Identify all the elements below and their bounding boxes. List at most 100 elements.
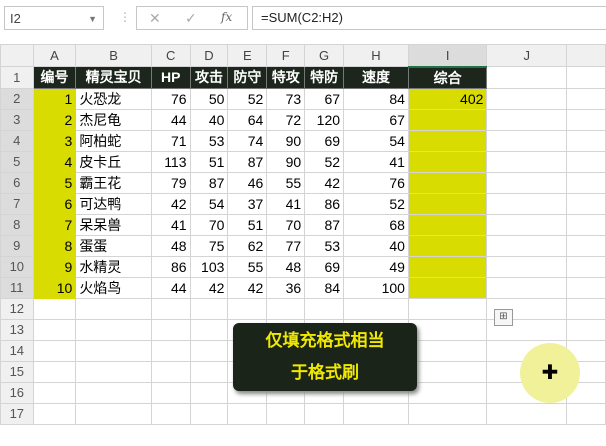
cell[interactable] (343, 402, 409, 425)
cell[interactable]: 44 (150, 108, 191, 131)
cell[interactable] (566, 213, 606, 236)
cell[interactable] (566, 276, 606, 299)
column-header-a[interactable]: A (32, 44, 77, 67)
cell[interactable]: 40 (343, 234, 409, 257)
cell[interactable] (32, 402, 77, 425)
row-header[interactable]: 7 (0, 192, 34, 215)
cell[interactable] (32, 381, 77, 404)
cell[interactable]: 100 (343, 276, 409, 299)
cell[interactable] (266, 297, 306, 320)
cell[interactable] (189, 297, 229, 320)
cell[interactable]: 皮卡丘 (75, 150, 152, 173)
select-all-corner[interactable] (0, 44, 34, 67)
cell[interactable] (486, 87, 568, 110)
cell[interactable]: 70 (266, 213, 306, 236)
cell[interactable]: 87 (304, 213, 345, 236)
cell[interactable] (486, 150, 568, 173)
cell[interactable]: 120 (304, 108, 345, 131)
cell[interactable] (189, 318, 229, 341)
cell[interactable]: 86 (304, 192, 345, 215)
cell[interactable]: 49 (343, 255, 409, 278)
cell[interactable]: 防守 (227, 66, 268, 89)
cell[interactable]: 41 (343, 150, 409, 173)
cell[interactable] (566, 150, 606, 173)
cell[interactable] (75, 402, 152, 425)
cell[interactable] (566, 108, 606, 131)
cell[interactable] (32, 339, 77, 362)
cell[interactable]: HP (150, 66, 191, 89)
cell[interactable]: 69 (304, 255, 345, 278)
cell[interactable] (566, 318, 606, 341)
cell[interactable] (407, 339, 488, 362)
column-header-g[interactable]: G (304, 44, 345, 67)
cell[interactable]: 阿柏蛇 (75, 129, 152, 152)
cell[interactable] (407, 381, 488, 404)
row-header[interactable]: 6 (0, 171, 34, 194)
cell[interactable] (189, 402, 229, 425)
cell[interactable]: 37 (227, 192, 268, 215)
cell[interactable]: 编号 (32, 66, 77, 89)
cell[interactable]: 71 (150, 129, 191, 152)
cell[interactable] (75, 339, 152, 362)
cell[interactable]: 火恐龙 (75, 87, 152, 110)
cell[interactable] (266, 402, 306, 425)
cell[interactable]: 51 (189, 150, 229, 173)
column-header-e[interactable]: E (227, 44, 268, 67)
cell[interactable]: 113 (150, 150, 191, 173)
row-header[interactable]: 1 (0, 66, 34, 89)
cell[interactable]: 53 (189, 129, 229, 152)
cell[interactable] (75, 318, 152, 341)
cell[interactable]: 79 (150, 171, 191, 194)
cell[interactable] (566, 297, 606, 320)
row-header[interactable]: 13 (0, 318, 34, 341)
cell[interactable]: 8 (32, 234, 77, 257)
column-header-i[interactable]: I (407, 44, 488, 68)
formula-input[interactable]: =SUM(C2:H2) (252, 6, 606, 30)
cell[interactable]: 48 (150, 234, 191, 257)
cell[interactable]: 67 (304, 87, 345, 110)
cell[interactable]: 72 (266, 108, 306, 131)
cell[interactable] (486, 171, 568, 194)
cell[interactable]: 55 (227, 255, 268, 278)
column-header-b[interactable]: B (75, 44, 152, 67)
cell[interactable] (150, 339, 191, 362)
cell[interactable] (407, 213, 488, 236)
cell[interactable]: 87 (189, 171, 229, 194)
insert-function-icon[interactable]: fx (221, 10, 232, 24)
cell[interactable]: 86 (150, 255, 191, 278)
cell[interactable]: 62 (227, 234, 268, 257)
cell[interactable] (189, 381, 229, 404)
cell[interactable] (407, 192, 488, 215)
cell[interactable] (486, 213, 568, 236)
cell[interactable]: 52 (304, 150, 345, 173)
cell[interactable] (486, 66, 568, 89)
cell[interactable]: 42 (189, 276, 229, 299)
cell[interactable]: 42 (150, 192, 191, 215)
cell[interactable] (566, 402, 606, 425)
cell[interactable] (150, 381, 191, 404)
name-box[interactable]: I2 ▼ (4, 6, 104, 30)
cell[interactable]: 综合 (407, 66, 488, 89)
row-header[interactable]: 10 (0, 255, 34, 278)
row-header[interactable]: 3 (0, 108, 34, 131)
cell[interactable] (566, 87, 606, 110)
cell[interactable] (32, 318, 77, 341)
column-header-h[interactable]: H (343, 44, 409, 67)
cell[interactable] (407, 234, 488, 257)
cell[interactable]: 84 (304, 276, 345, 299)
cell[interactable]: 可达鸭 (75, 192, 152, 215)
cell[interactable] (407, 171, 488, 194)
cell[interactable]: 52 (343, 192, 409, 215)
cell[interactable] (407, 150, 488, 173)
cell[interactable]: 44 (150, 276, 191, 299)
cell[interactable]: 速度 (343, 66, 409, 89)
cell[interactable] (407, 255, 488, 278)
cell[interactable] (486, 234, 568, 257)
cell[interactable]: 77 (266, 234, 306, 257)
cell[interactable] (566, 171, 606, 194)
row-header[interactable]: 8 (0, 213, 34, 236)
cell[interactable]: 74 (227, 129, 268, 152)
cell[interactable]: 42 (304, 171, 345, 194)
cell[interactable]: 68 (343, 213, 409, 236)
cell[interactable]: 73 (266, 87, 306, 110)
